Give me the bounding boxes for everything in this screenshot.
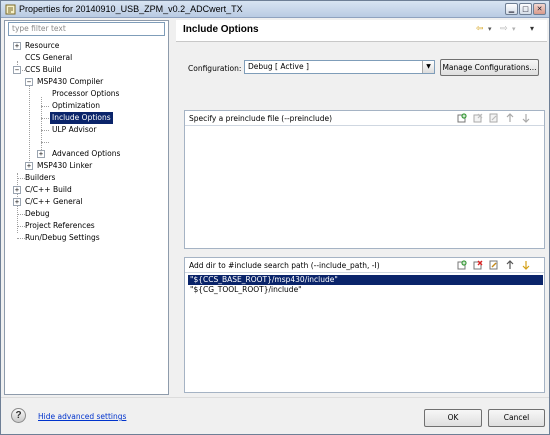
cancel-button[interactable]: Cancel [488,409,545,427]
close-button[interactable]: ✕ [533,3,546,15]
tree-item-cc-general[interactable]: C/C++ General [25,196,83,208]
tree-item-debug[interactable]: Debug [25,208,50,220]
window-title: Properties for 20140910_USB_ZPM_v0.2_ADC… [19,4,243,14]
page-title: Include Options [183,24,259,35]
collapse-msp430-compiler-icon[interactable]: − [25,78,33,86]
tree-item-project-references[interactable]: Project References [25,220,95,232]
preinclude-title: Specify a preinclude file (--preinclude) [189,114,333,123]
move-down-icon[interactable] [521,260,531,270]
dialog-footer: ? Hide advanced settings OK Cancel [1,397,549,434]
move-up-icon [506,113,514,122]
tree-item-msp430-linker[interactable]: MSP430 Linker [37,160,92,172]
hide-advanced-settings-link[interactable]: Hide advanced settings [38,412,126,421]
preinclude-group: Specify a preinclude file (--preinclude) [184,110,545,249]
move-up-icon[interactable] [505,260,515,270]
tree-item-advanced-options[interactable]: Advanced Options [52,148,120,160]
back-menu-icon[interactable]: ▾ [488,23,492,35]
back-arrow-icon[interactable]: ⇦ [476,23,484,35]
help-icon[interactable]: ? [11,408,26,423]
tree-item-cc-build[interactable]: C/C++ Build [25,184,72,196]
configuration-select[interactable]: Debug [ Active ] ▼ [244,60,435,74]
tree-guide [17,214,25,215]
tree-guide [29,85,30,163]
add-icon[interactable] [457,113,467,123]
include-path-item[interactable]: "${CG_TOOL_ROOT}/include" [188,285,543,295]
tree-item-ccs-general[interactable]: CCS General [25,52,72,64]
forward-menu-icon: ▾ [512,25,516,33]
delete-icon[interactable] [473,260,483,270]
expand-resource-icon[interactable]: + [13,42,21,50]
tree-guide [41,106,49,107]
tree-item-ccs-build[interactable]: CCS Build [25,64,61,76]
edit-icon[interactable] [489,260,499,270]
delete-icon [473,113,483,123]
include-path-group: Add dir to #include search path (--inclu… [184,257,545,393]
include-path-title: Add dir to #include search path (--inclu… [189,261,380,270]
tree-guide [17,238,25,239]
edit-icon [489,113,498,123]
preinclude-header: Specify a preinclude file (--preinclude) [185,111,544,126]
close-icon: ✕ [536,5,543,13]
tree-item-resource[interactable]: Resource [25,40,59,52]
title-bar[interactable]: Properties for 20140910_USB_ZPM_v0.2_ADC… [1,1,549,18]
tree-item-ulp-advisor[interactable]: ULP Advisor [52,124,96,136]
include-path-header: Add dir to #include search path (--inclu… [185,258,544,273]
tree-item-optimization[interactable]: Optimization [52,100,100,112]
view-menu-icon[interactable]: ▾ [530,23,534,35]
expand-cc-build-icon[interactable]: + [13,186,21,194]
move-down-icon [522,114,530,123]
properties-dialog: Properties for 20140910_USB_ZPM_v0.2_ADC… [0,0,550,435]
expand-msp430-linker-icon[interactable]: + [25,162,33,170]
settings-panel: Include Options ⇦ ▾ ⇨ ▾ ▾ Configuration:… [176,20,547,395]
ok-button[interactable]: OK [424,409,482,427]
tree-item-builders[interactable]: Builders [25,172,55,184]
filter-input[interactable]: type filter text [8,22,165,36]
category-tree-panel: type filter text + − − + + + + Resource … [4,20,169,395]
tree-guide [17,178,25,179]
tree-guide [41,142,49,143]
forward-arrow-icon: ⇨ [500,24,508,34]
properties-icon [5,4,16,15]
tree-item-msp430-compiler[interactable]: MSP430 Compiler [37,76,103,88]
tree-guide [41,130,49,131]
add-icon[interactable] [457,260,467,270]
tree-guide [17,226,25,227]
manage-configurations-button[interactable]: Manage Configurations... [440,59,539,76]
minimize-button[interactable]: ▁ [505,3,518,15]
maximize-button[interactable]: □ [519,3,532,15]
tree-item-run-debug-settings[interactable]: Run/Debug Settings [25,232,100,244]
page-header: Include Options ⇦ ▾ ⇨ ▾ ▾ [176,20,547,42]
tree-item-include-options[interactable]: Include Options [50,112,113,124]
tree-item-processor-options[interactable]: Processor Options [52,88,119,100]
maximize-icon: □ [522,5,529,13]
tree-guide [41,118,49,119]
include-path-item[interactable]: "${CCS_BASE_ROOT}/msp430/include" [188,275,543,285]
configuration-label: Configuration: [188,64,242,73]
minimize-icon: ▁ [508,5,515,13]
collapse-ccs-build-icon[interactable]: − [13,66,21,74]
expand-advanced-options-icon[interactable]: + [37,150,45,158]
expand-cc-general-icon[interactable]: + [13,198,21,206]
dropdown-arrow-icon[interactable]: ▼ [422,61,434,73]
configuration-value: Debug [ Active ] [248,62,309,71]
